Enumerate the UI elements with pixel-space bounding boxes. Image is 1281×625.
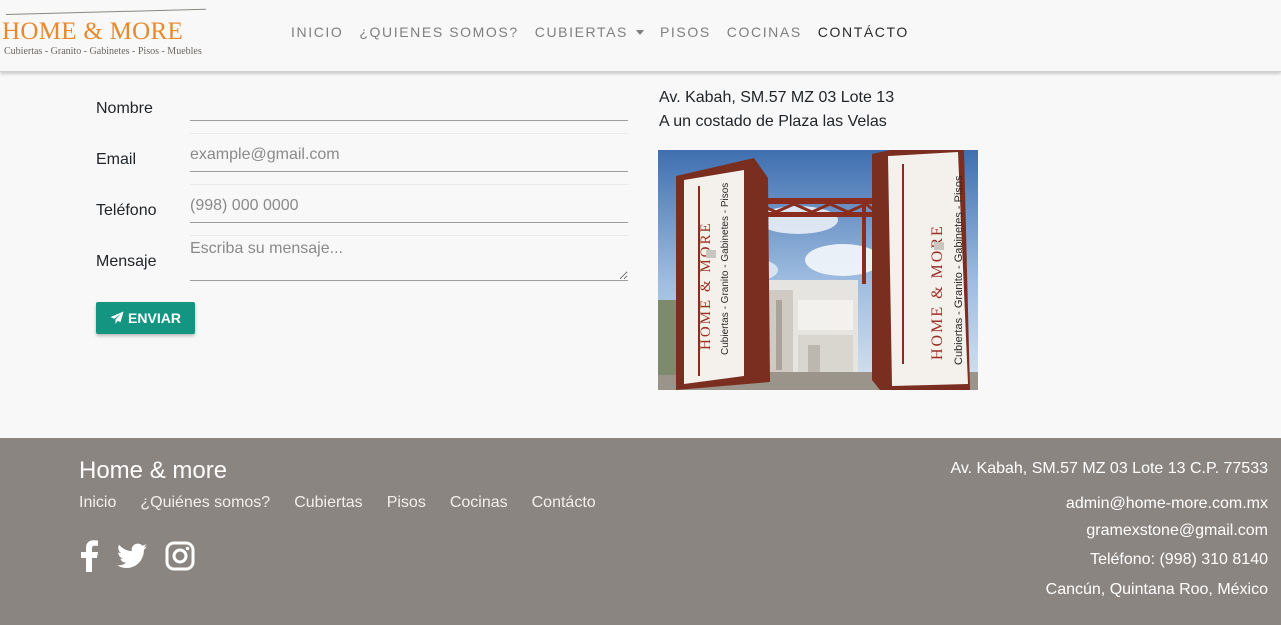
footer-email-admin[interactable]: admin@home-more.com.mx — [1066, 495, 1268, 513]
caret-down-icon — [635, 29, 644, 35]
name-field[interactable] — [190, 87, 628, 121]
nav-item-pisos[interactable]: PISOS — [652, 22, 719, 42]
social-links — [79, 540, 195, 572]
nav-item-contacto[interactable]: CONTÁCTO — [810, 22, 917, 42]
nav-item-cubiertas-label: CUBIERTAS — [534, 24, 628, 40]
paper-plane-icon — [110, 311, 124, 324]
address-line-1: Av. Kabah, SM.57 MZ 03 Lote 13 — [659, 89, 895, 106]
footer-city: Cancún, Quintana Roo, México — [1045, 581, 1268, 598]
footer-title: Home & more — [79, 457, 228, 484]
name-label: Nombre — [96, 100, 153, 117]
footer-link-cocinas[interactable]: Cocinas — [450, 494, 508, 512]
main-nav: INICIO ¿QUIENES SOMOS? CUBIERTAS PISOS C… — [283, 22, 917, 42]
email-field[interactable] — [190, 138, 628, 172]
sign-left-title: HOME & MORE — [698, 221, 714, 350]
footer-link-quienes-somos[interactable]: ¿Quiénes somos? — [140, 494, 270, 512]
form-row-name: Nombre — [96, 78, 628, 129]
twitter-icon[interactable] — [117, 543, 147, 569]
form-row-phone: Teléfono — [96, 180, 628, 231]
brand-logo[interactable]: HOME & MORE Cubiertas - Granito - Gabine… — [2, 4, 208, 60]
email-label: Email — [96, 151, 137, 168]
form-row-email: Email — [96, 129, 628, 180]
send-button[interactable]: ENVIAR — [96, 302, 195, 334]
footer-email-gramex[interactable]: gramexstone@gmail.com — [1086, 522, 1268, 540]
phone-field[interactable] — [190, 189, 628, 223]
address-line-2: A un costado de Plaza las Velas — [659, 113, 887, 130]
facebook-icon[interactable] — [79, 540, 99, 572]
message-label: Mensaje — [96, 253, 157, 270]
sign-right-subtitle: Cubiertas - Granito - Gabinetes - Pisos — [953, 175, 965, 365]
form-row-message: Mensaje — [96, 231, 628, 287]
logo-subtitle: Cubiertas - Granito - Gabinetes - Pisos … — [4, 46, 202, 57]
nav-item-cubiertas-dropdown[interactable]: CUBIERTAS — [527, 22, 652, 42]
footer-link-contacto[interactable]: Contácto — [532, 494, 596, 512]
instagram-icon[interactable] — [165, 541, 195, 571]
logo-title: HOME & MORE — [2, 18, 184, 45]
nav-item-quienes-somos[interactable]: ¿QUIENES SOMOS? — [351, 22, 526, 42]
message-field[interactable] — [190, 239, 628, 281]
footer: Home & more Inicio ¿Quiénes somos? Cubie… — [0, 438, 1281, 625]
logo-line — [5, 8, 206, 15]
phone-label: Teléfono — [96, 202, 157, 219]
footer-links: Inicio ¿Quiénes somos? Cubiertas Pisos C… — [79, 494, 596, 512]
footer-address: Av. Kabah, SM.57 MZ 03 Lote 13 C.P. 7753… — [950, 460, 1268, 477]
footer-link-pisos[interactable]: Pisos — [387, 494, 426, 512]
navbar: HOME & MORE Cubiertas - Granito - Gabine… — [0, 0, 1281, 72]
footer-phone: Teléfono: (998) 310 8140 — [1090, 551, 1268, 568]
nav-item-inicio[interactable]: INICIO — [283, 22, 351, 42]
footer-link-inicio[interactable]: Inicio — [79, 494, 116, 512]
send-button-label: ENVIAR — [128, 310, 181, 326]
footer-link-cubiertas[interactable]: Cubiertas — [294, 494, 362, 512]
storefront-photo: HOME & MORE Cubiertas - Granito - Gabine… — [658, 150, 978, 390]
sign-left-subtitle: Cubiertas - Granito - Gabinetes - Pisos — [720, 183, 731, 355]
nav-item-cocinas[interactable]: COCINAS — [719, 22, 810, 42]
